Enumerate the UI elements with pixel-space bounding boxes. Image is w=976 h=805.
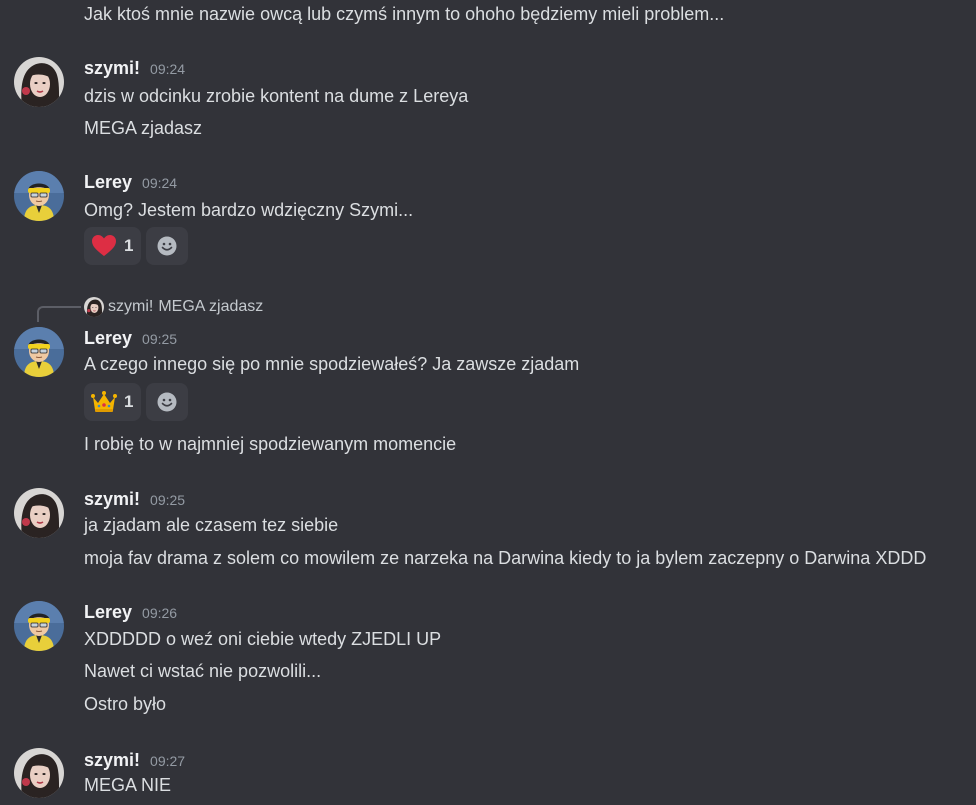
message-text: Nawet ci wstać nie pozwolili...: [84, 661, 322, 681]
message-text: Jak ktoś mnie nazwie owcą lub czymś inny…: [84, 4, 725, 24]
avatar[interactable]: [14, 171, 64, 221]
avatar[interactable]: [14, 488, 64, 538]
avatar[interactable]: [14, 601, 64, 651]
reaction-heart[interactable]: 1: [84, 227, 142, 265]
message-header: szymi! 09:24: [84, 56, 185, 80]
add-reaction-button[interactable]: [146, 383, 189, 421]
message-header: Lerey 09:24: [84, 170, 177, 194]
message-text: I robię to w najmniej spodziewanym momen…: [84, 434, 457, 454]
reactions-bar: 1: [84, 227, 189, 265]
reply-username[interactable]: szymi!: [108, 298, 153, 316]
timestamp[interactable]: 09:25: [150, 488, 185, 512]
message-text: ja zjadam ale czasem tez siebie: [84, 515, 339, 535]
add-reaction-icon: [156, 391, 178, 413]
avatar-szymi-image: [14, 57, 64, 107]
reply-text[interactable]: MEGA zjadasz: [158, 298, 263, 316]
heart-icon: [92, 235, 116, 256]
timestamp[interactable]: 09:24: [142, 171, 177, 195]
crown-icon: [91, 391, 117, 412]
message-text: A czego innego się po mnie spodziewałeś?…: [84, 354, 580, 374]
message-header: szymi! 09:27: [84, 748, 185, 772]
avatar-szymi-image: [14, 748, 64, 798]
username[interactable]: szymi!: [84, 487, 140, 511]
message-text: dzis w odcinku zrobie kontent na dume z …: [84, 86, 469, 106]
reply-spine: [37, 306, 81, 322]
reply-avatar-image: [84, 297, 104, 317]
avatar[interactable]: [14, 748, 64, 798]
timestamp[interactable]: 09:25: [142, 327, 177, 351]
reaction-count: 1: [124, 236, 134, 255]
username[interactable]: szymi!: [84, 748, 140, 772]
username[interactable]: Lerey: [84, 600, 132, 624]
reply-avatar: [84, 297, 104, 317]
avatar-lerey-image: [14, 171, 64, 221]
avatar-lerey-image: [14, 601, 64, 651]
avatar-lerey-image: [14, 327, 64, 377]
message-header: Lerey 09:25: [84, 326, 177, 350]
avatar[interactable]: [14, 327, 64, 377]
message-text: moja fav drama z solem co mowilem ze nar…: [84, 548, 927, 568]
reactions-bar: 1: [84, 383, 189, 421]
message-text: Omg? Jestem bardzo wdzięczny Szymi...: [84, 200, 414, 220]
username[interactable]: szymi!: [84, 56, 140, 80]
message-text: Ostro było: [84, 694, 167, 714]
avatar[interactable]: [14, 57, 64, 107]
message-header: Lerey 09:26: [84, 600, 177, 624]
timestamp[interactable]: 09:26: [142, 601, 177, 625]
message-text: MEGA zjadasz: [84, 118, 203, 138]
reaction-count: 1: [124, 392, 134, 411]
avatar-szymi-image: [14, 488, 64, 538]
chat-messages: Jak ktoś mnie nazwie owcą lub czymś inny…: [0, 0, 976, 805]
add-reaction-icon: [156, 235, 178, 257]
username[interactable]: Lerey: [84, 326, 132, 350]
add-reaction-button[interactable]: [146, 227, 189, 265]
timestamp[interactable]: 09:24: [150, 57, 185, 81]
message-text: MEGA NIE: [84, 775, 172, 795]
reply-preview[interactable]: szymi! MEGA zjadasz: [84, 296, 263, 318]
username[interactable]: Lerey: [84, 170, 132, 194]
message-text: XDDDDD o weź oni ciebie wtedy ZJEDLI UP: [84, 629, 442, 649]
message-header: szymi! 09:25: [84, 487, 185, 511]
timestamp[interactable]: 09:27: [150, 749, 185, 773]
reaction-crown[interactable]: 1: [84, 383, 142, 421]
